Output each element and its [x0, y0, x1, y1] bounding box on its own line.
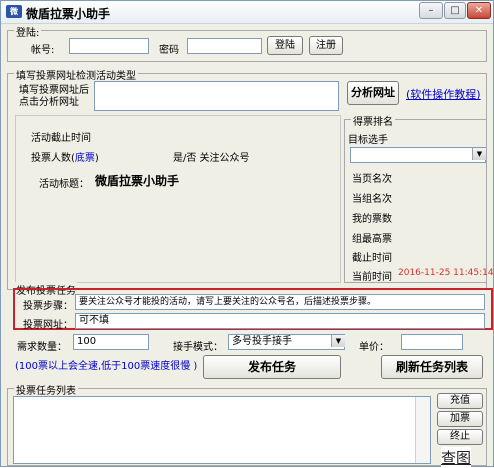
- account-label: 帐号:: [31, 45, 55, 56]
- end-time: 截止时间: [352, 253, 392, 264]
- current-time-label: 当前时间: [352, 272, 392, 283]
- tutorial-link[interactable]: (软件操作教程): [406, 86, 481, 102]
- my-votes: 我的票数: [352, 214, 392, 225]
- task-list-group-label: 投票任务列表: [14, 382, 78, 397]
- price-label: 单价：: [359, 342, 389, 353]
- title-bar: 微 微盾拉票小助手 – □ ✕: [1, 1, 493, 24]
- chevron-down-icon[interactable]: ▼: [472, 148, 486, 160]
- app-window: 微 微盾拉票小助手 – □ ✕ 登陆: 帐号: 密码 登陆 注册 填写投票网址检…: [0, 0, 494, 468]
- task-list-view[interactable]: [13, 396, 431, 464]
- mode-label: 接手模式：: [173, 342, 223, 353]
- add-votes-button[interactable]: 加票: [437, 411, 483, 427]
- rank-group: 当组名次: [352, 194, 392, 205]
- window-title: 微盾拉票小助手: [26, 7, 111, 21]
- voters-label-close: ): [94, 153, 99, 164]
- register-button[interactable]: 注册: [309, 36, 343, 55]
- publish-task-button[interactable]: 发布任务: [203, 355, 341, 379]
- target-player-select[interactable]: [350, 147, 486, 163]
- task-list-scrollbar[interactable]: [415, 397, 430, 463]
- quantity-input[interactable]: 100: [73, 334, 149, 350]
- analyze-url-button[interactable]: 分析网址: [347, 81, 399, 105]
- current-time-value: 2016-11-25 11:45:14: [398, 268, 494, 278]
- vote-url-input[interactable]: [94, 81, 339, 111]
- login-button[interactable]: 登陆: [267, 36, 303, 55]
- close-button[interactable]: ✕: [467, 2, 491, 19]
- login-group-label: 登陆:: [14, 24, 42, 39]
- follow-account-label: 是/否 关注公众号: [173, 153, 250, 164]
- app-logo-icon: 微: [6, 5, 22, 18]
- activity-title-value: 微盾拉票小助手: [95, 174, 180, 188]
- price-input[interactable]: [401, 334, 463, 350]
- ranking-group-label: 得票排名: [351, 113, 395, 128]
- activity-title-label: 活动标题：: [39, 179, 89, 190]
- task-url-label: 投票网址：: [23, 320, 73, 331]
- mode-select[interactable]: 多号投手接手: [228, 334, 345, 350]
- watermark-text: 查图: [441, 447, 472, 468]
- base-votes-link[interactable]: 底票: [75, 153, 95, 164]
- password-label: 密码: [159, 45, 179, 56]
- password-input[interactable]: [187, 38, 262, 54]
- recharge-button[interactable]: 充值: [437, 393, 483, 409]
- voters-label-text: 投票人数(: [31, 153, 75, 164]
- rank-page: 当页名次: [352, 174, 392, 185]
- account-input[interactable]: [69, 38, 149, 54]
- maximize-button[interactable]: □: [444, 2, 466, 19]
- minimize-button[interactable]: –: [419, 2, 443, 19]
- refresh-task-list-button[interactable]: 刷新任务列表: [381, 355, 483, 379]
- steps-input[interactable]: 要关注公众号才能投的活动，请写上要关注的公众号名，后描述投票步骤。: [75, 294, 485, 310]
- speed-note: (100票以上会全速,低于100票速度很慢 ): [15, 361, 198, 372]
- terminate-button[interactable]: 终止: [437, 429, 483, 445]
- group-max-votes: 组最高票: [352, 234, 392, 245]
- task-url-input[interactable]: 可不填: [75, 313, 485, 329]
- steps-label: 投票步骤：: [23, 301, 73, 312]
- url-hint-text: 填写投票网址后点击分析网址: [19, 85, 89, 108]
- target-player-label: 目标选手: [348, 135, 388, 146]
- voters-label: 投票人数(底票): [31, 149, 99, 164]
- url-group-label: 填写投票网址检测活动类型: [14, 67, 138, 82]
- quantity-label: 需求数量：: [17, 342, 67, 353]
- chevron-down-icon[interactable]: ▼: [331, 335, 345, 347]
- deadline-label: 活动截止时间: [31, 133, 91, 144]
